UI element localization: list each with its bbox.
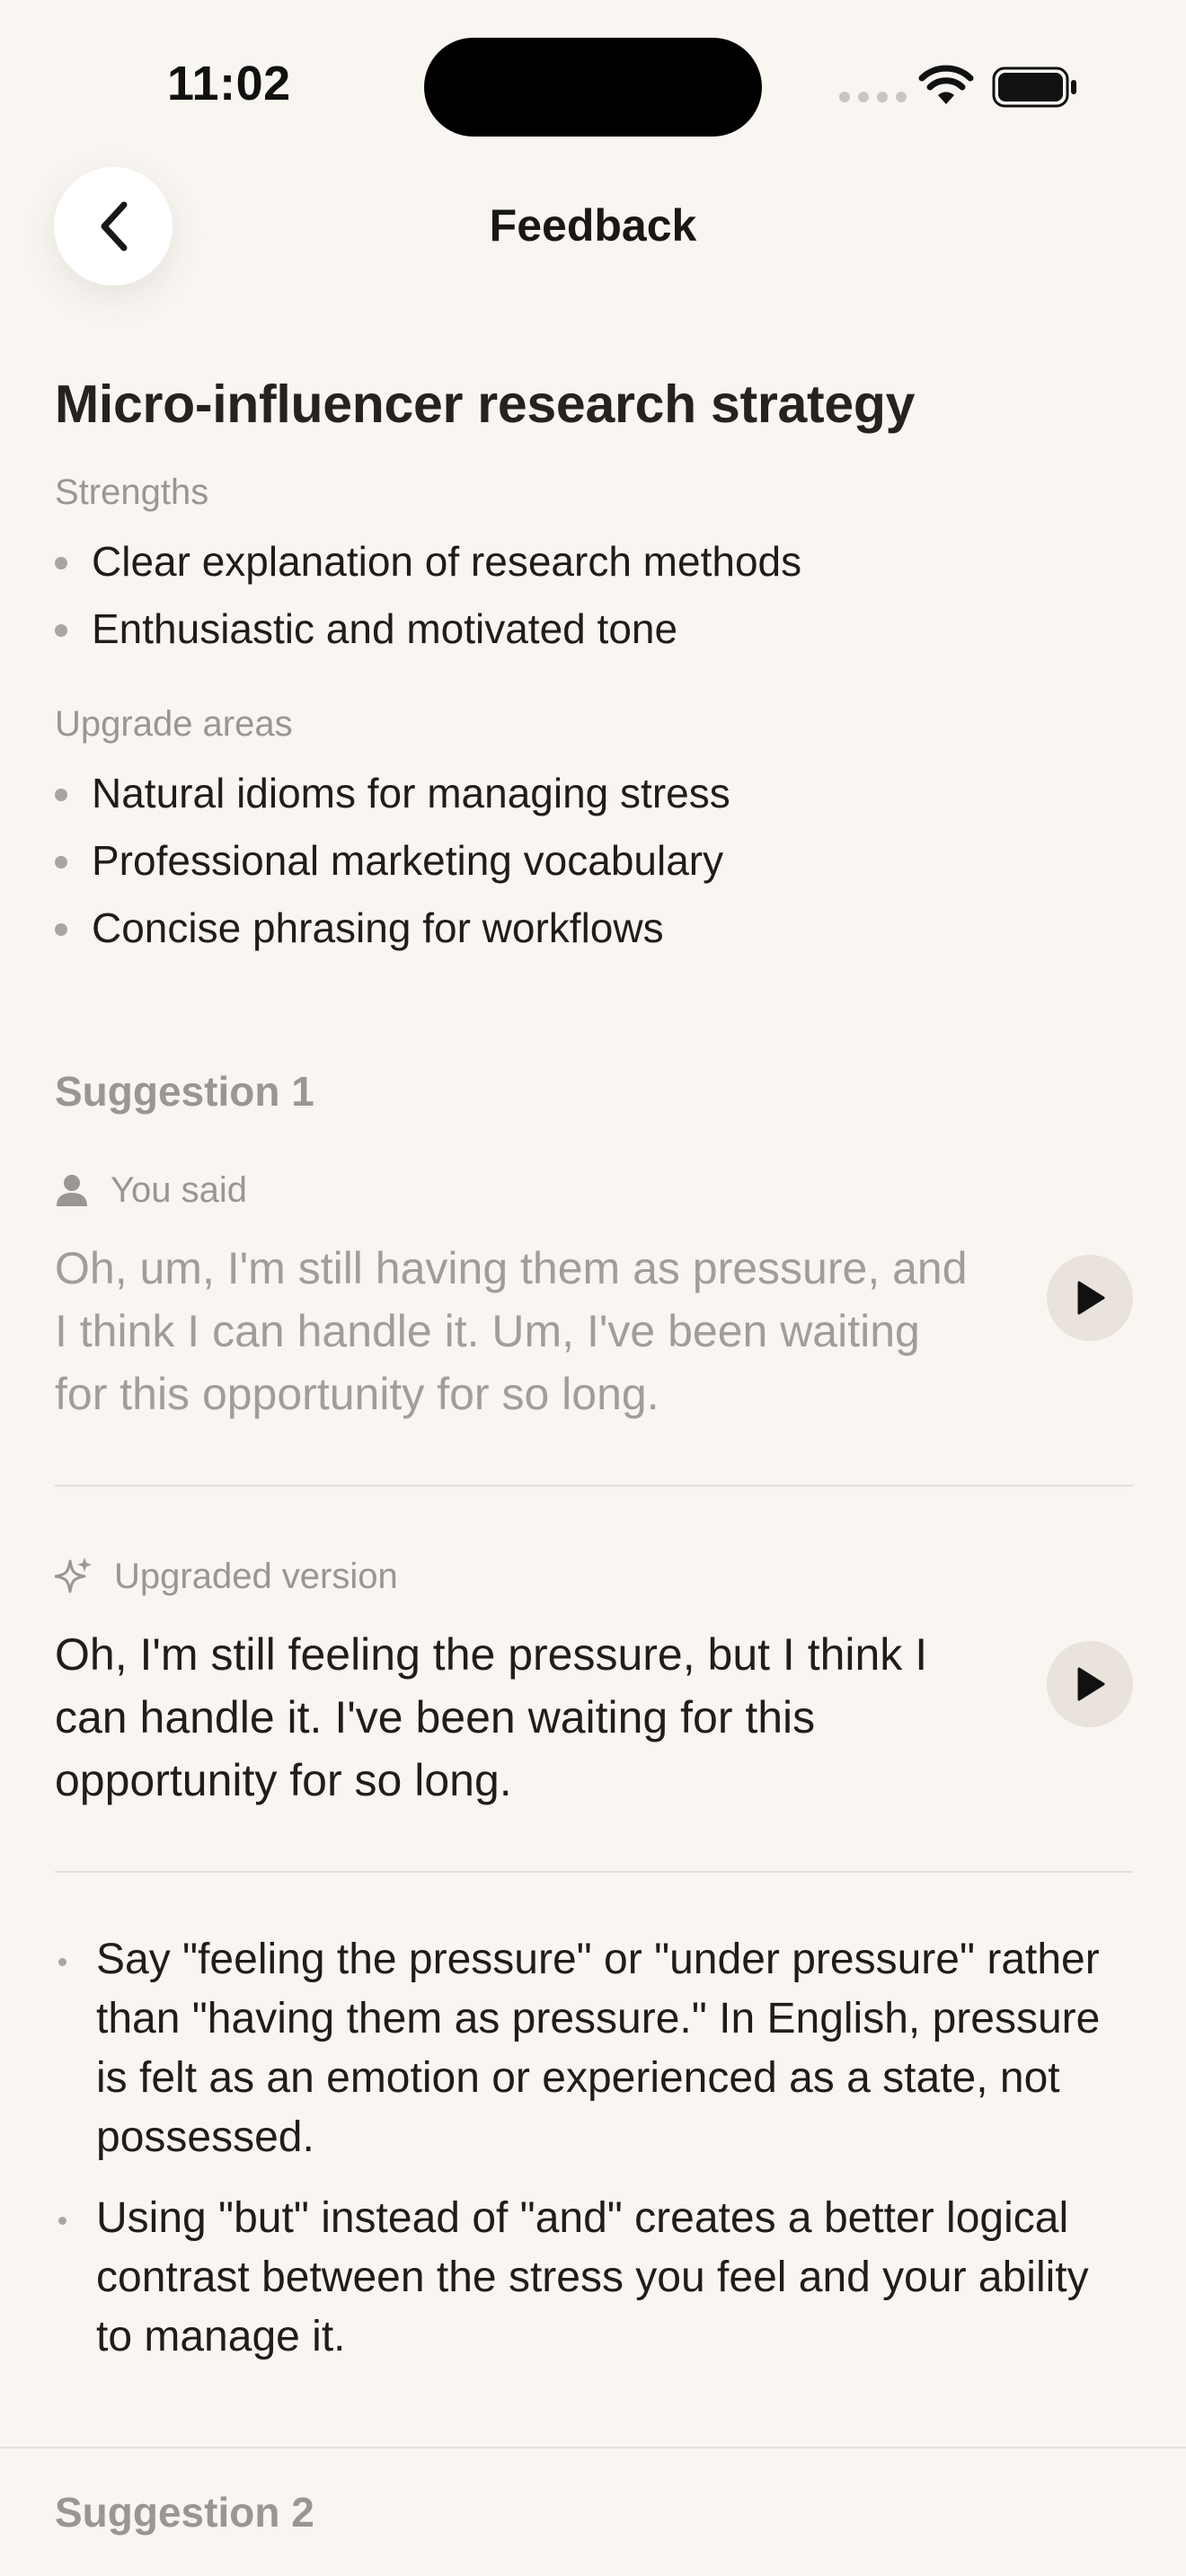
upgraded-row: Oh, I'm still feeling the pressure, but …	[55, 1623, 1133, 1812]
status-time: 11:02	[167, 57, 291, 110]
list-item: Natural idioms for managing stress	[55, 760, 1133, 827]
feedback-screen: 11:02 Feedback Micro-influencer research…	[0, 0, 1186, 2576]
person-icon	[57, 1175, 87, 1206]
you-said-text: Oh, um, I'm still having them as pressur…	[55, 1243, 968, 1419]
play-original-button[interactable]	[1047, 1255, 1133, 1341]
play-upgraded-button[interactable]	[1047, 1641, 1133, 1727]
section-divider	[0, 2447, 1186, 2448]
feedback-content: Micro-influencer research strategy Stren…	[55, 368, 1133, 2388]
divider	[55, 1485, 1133, 1486]
upgrade-areas-list: Natural idioms for managing stress Profe…	[55, 760, 1133, 962]
battery-icon	[992, 66, 1076, 108]
cellular-signal-icon	[839, 92, 907, 102]
you-said-label: You said	[111, 1169, 247, 1210]
play-icon	[1077, 1667, 1105, 1701]
list-item: Using "but" instead of "and" creates a b…	[55, 2189, 1133, 2367]
you-said-label-row: You said	[55, 1163, 1133, 1217]
wifi-icon	[918, 65, 974, 104]
divider	[55, 1871, 1133, 1873]
upgrade-areas-label: Upgrade areas	[55, 704, 293, 744]
list-item: Concise phrasing for workflows	[55, 895, 1133, 962]
list-item: Enthusiastic and motivated tone	[55, 595, 1133, 663]
list-item: Clear explanation of research methods	[55, 528, 1133, 595]
upgraded-label-row: Upgraded version	[55, 1549, 1133, 1603]
explanation-list: Say "feeling the pressure" or "under pre…	[55, 1930, 1133, 2367]
sparkle-icon	[55, 1557, 92, 1593]
list-item: Professional marketing vocabulary	[55, 827, 1133, 895]
page-title: Feedback	[489, 200, 697, 251]
play-icon	[1077, 1281, 1105, 1315]
you-said-row: Oh, um, I'm still having them as pressur…	[55, 1237, 1133, 1425]
strengths-label: Strengths	[55, 472, 209, 512]
dynamic-island	[424, 38, 762, 137]
suggestion-heading: Suggestion 1	[55, 1068, 314, 1115]
list-item: Say "feeling the pressure" or "under pre…	[55, 1930, 1133, 2167]
suggestion-heading: Suggestion 2	[55, 2489, 314, 2536]
feedback-title: Micro-influencer research strategy	[55, 375, 916, 434]
upgraded-label: Upgraded version	[114, 1556, 398, 1596]
upgraded-text: Oh, I'm still feeling the pressure, but …	[55, 1629, 928, 1805]
strengths-list: Clear explanation of research methods En…	[55, 528, 1133, 663]
